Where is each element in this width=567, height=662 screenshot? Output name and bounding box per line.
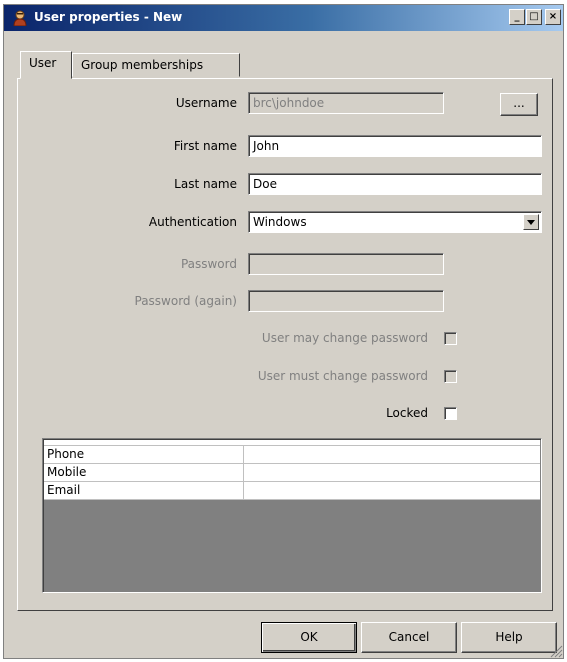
locked-label: Locked (386, 406, 428, 420)
ok-button[interactable]: OK (261, 622, 357, 653)
first-name-label: First name (173, 139, 237, 153)
username-label: Username (175, 96, 237, 110)
property-value[interactable] (243, 482, 540, 499)
password-again-label: Password (again) (134, 294, 238, 308)
property-value[interactable] (243, 446, 540, 463)
tab-group-memberships[interactable]: Group memberships (72, 53, 240, 77)
user-may-change-password-checkbox (444, 332, 457, 345)
cancel-button[interactable]: Cancel (361, 622, 457, 653)
table-row[interactable]: Mobile (44, 463, 540, 481)
property-name: Mobile (47, 465, 87, 479)
locked-checkbox[interactable] (444, 407, 457, 420)
user-icon (13, 10, 27, 26)
user-must-change-password-checkbox (444, 370, 457, 383)
password-field (248, 253, 444, 275)
close-button[interactable]: × (545, 9, 561, 25)
maximize-button[interactable]: □ (526, 9, 542, 25)
dropdown-arrow-icon[interactable] (523, 214, 539, 230)
property-name: Phone (47, 447, 85, 461)
property-name: Email (47, 483, 81, 497)
help-button[interactable]: Help (461, 622, 557, 653)
last-name-label: Last name (174, 177, 237, 191)
first-name-input[interactable]: John (248, 135, 542, 157)
username-field: brc\johndoe (248, 92, 444, 114)
property-value[interactable] (243, 464, 540, 481)
authentication-select[interactable]: Windows (248, 211, 542, 233)
table-row[interactable]: Email (44, 481, 540, 500)
authentication-label: Authentication (148, 215, 237, 229)
password-label: Password (180, 257, 237, 271)
tab-user[interactable]: User (20, 51, 72, 79)
browse-user-button[interactable]: ... (500, 93, 538, 116)
resize-grip-icon[interactable] (549, 644, 563, 658)
table-row[interactable]: Phone (44, 445, 540, 463)
user-must-change-password-label: User must change password (257, 369, 428, 383)
user-may-change-password-label: User may change password (261, 331, 428, 345)
title-bar[interactable]: User properties - New _ □ × (4, 5, 563, 31)
authentication-value: Windows (253, 215, 307, 229)
password-again-field (248, 290, 444, 312)
contact-properties-grid: Phone Mobile Email (42, 438, 542, 593)
window-title: User properties - New (34, 10, 183, 24)
minimize-button[interactable]: _ (509, 9, 525, 25)
user-properties-window: User properties - New _ □ × User Group m… (3, 4, 564, 659)
last-name-input[interactable]: Doe (248, 173, 542, 195)
